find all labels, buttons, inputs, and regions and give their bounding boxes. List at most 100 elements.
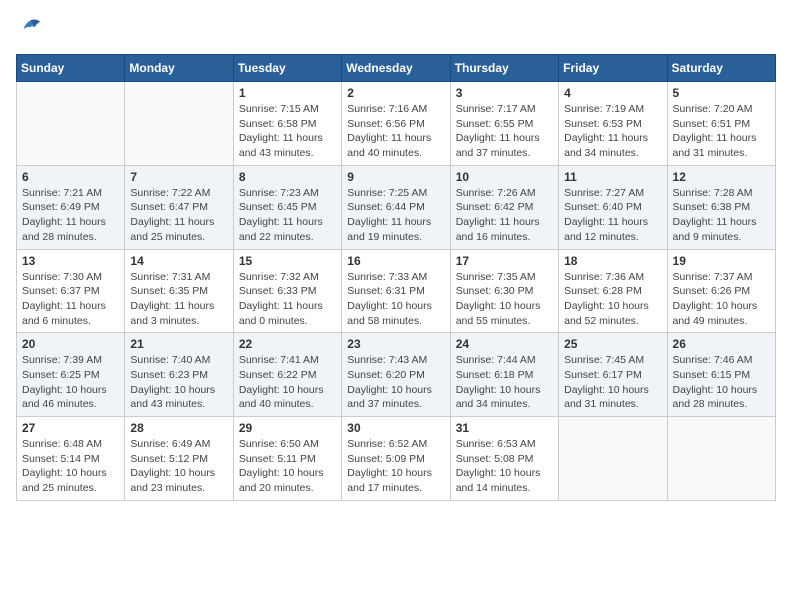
calendar-cell: 28 Sunrise: 6:49 AMSunset: 5:12 PMDayligh… — [125, 417, 233, 501]
day-number: 30 — [347, 421, 444, 435]
calendar-cell: 15 Sunrise: 7:32 AMSunset: 6:33 PMDayligh… — [233, 249, 341, 333]
day-number: 1 — [239, 86, 336, 100]
logo — [16, 16, 48, 44]
calendar-cell: 8Sunrise: 7:23 AMSunset: 6:45 PMDaylight… — [233, 165, 341, 249]
calendar-cell: 22 Sunrise: 7:41 AMSunset: 6:22 PMDayligh… — [233, 333, 341, 417]
day-number: 3 — [456, 86, 553, 100]
calendar-cell: 7 Sunrise: 7:22 AMSunset: 6:47 PMDaylight… — [125, 165, 233, 249]
logo-bird-icon — [16, 16, 44, 44]
calendar-cell — [559, 417, 667, 501]
day-info: Sunrise: 7:23 AMSunset: 6:45 PMDaylight:… — [239, 186, 336, 245]
day-number: 6 — [22, 170, 119, 184]
calendar-cell: 26Sunrise: 7:46 AMSunset: 6:15 PMDayligh… — [667, 333, 775, 417]
day-number: 18 — [564, 254, 661, 268]
calendar-cell: 11Sunrise: 7:27 AMSunset: 6:40 PMDayligh… — [559, 165, 667, 249]
calendar-cell: 25 Sunrise: 7:45 AMSunset: 6:17 PMDayligh… — [559, 333, 667, 417]
calendar-cell: 20 Sunrise: 7:39 AMSunset: 6:25 PMDayligh… — [17, 333, 125, 417]
day-number: 31 — [456, 421, 553, 435]
day-number: 22 — [239, 337, 336, 351]
day-info: Sunrise: 7:43 AMSunset: 6:20 PMDaylight:… — [347, 353, 444, 412]
calendar-cell: 21 Sunrise: 7:40 AMSunset: 6:23 PMDayligh… — [125, 333, 233, 417]
calendar-cell — [17, 82, 125, 166]
day-info: Sunrise: 7:40 AMSunset: 6:23 PMDaylight:… — [130, 353, 227, 412]
day-info: Sunrise: 7:26 AMSunset: 6:42 PMDaylight:… — [456, 186, 553, 245]
day-info: Sunrise: 7:33 AMSunset: 6:31 PMDaylight:… — [347, 270, 444, 329]
day-number: 27 — [22, 421, 119, 435]
day-number: 14 — [130, 254, 227, 268]
weekday-header-thursday: Thursday — [450, 55, 558, 82]
calendar-body: 1Sunrise: 7:15 AMSunset: 6:58 PMDaylight… — [17, 82, 776, 501]
calendar-cell: 5Sunrise: 7:20 AMSunset: 6:51 PMDaylight… — [667, 82, 775, 166]
day-info: Sunrise: 6:52 AMSunset: 5:09 PMDaylight:… — [347, 437, 444, 496]
day-info: Sunrise: 7:36 AMSunset: 6:28 PMDaylight:… — [564, 270, 661, 329]
day-number: 4 — [564, 86, 661, 100]
calendar-cell: 3 Sunrise: 7:17 AMSunset: 6:55 PMDaylight… — [450, 82, 558, 166]
calendar-cell: 30 Sunrise: 6:52 AMSunset: 5:09 PMDayligh… — [342, 417, 450, 501]
calendar-cell: 2Sunrise: 7:16 AMSunset: 6:56 PMDaylight… — [342, 82, 450, 166]
day-number: 15 — [239, 254, 336, 268]
day-info: Sunrise: 6:53 AMSunset: 5:08 PMDaylight:… — [456, 437, 553, 496]
day-number: 12 — [673, 170, 770, 184]
day-info: Sunrise: 7:39 AMSunset: 6:25 PMDaylight:… — [22, 353, 119, 412]
weekday-header-sunday: Sunday — [17, 55, 125, 82]
weekday-header-saturday: Saturday — [667, 55, 775, 82]
day-info: Sunrise: 7:27 AMSunset: 6:40 PMDaylight:… — [564, 186, 661, 245]
day-info: Sunrise: 6:49 AMSunset: 5:12 PMDaylight:… — [130, 437, 227, 496]
day-number: 5 — [673, 86, 770, 100]
day-number: 7 — [130, 170, 227, 184]
day-number: 21 — [130, 337, 227, 351]
calendar-cell: 23Sunrise: 7:43 AMSunset: 6:20 PMDayligh… — [342, 333, 450, 417]
day-number: 19 — [673, 254, 770, 268]
day-info: Sunrise: 7:32 AMSunset: 6:33 PMDaylight:… — [239, 270, 336, 329]
calendar-week-4: 20 Sunrise: 7:39 AMSunset: 6:25 PMDayligh… — [17, 333, 776, 417]
day-number: 26 — [673, 337, 770, 351]
calendar-cell: 18 Sunrise: 7:36 AMSunset: 6:28 PMDayligh… — [559, 249, 667, 333]
weekday-header-wednesday: Wednesday — [342, 55, 450, 82]
calendar-cell: 14 Sunrise: 7:31 AMSunset: 6:35 PMDayligh… — [125, 249, 233, 333]
day-number: 20 — [22, 337, 119, 351]
day-number: 25 — [564, 337, 661, 351]
calendar-cell: 9Sunrise: 7:25 AMSunset: 6:44 PMDaylight… — [342, 165, 450, 249]
weekday-header-row: SundayMondayTuesdayWednesdayThursdayFrid… — [17, 55, 776, 82]
weekday-header-monday: Monday — [125, 55, 233, 82]
day-info: Sunrise: 7:19 AMSunset: 6:53 PMDaylight:… — [564, 102, 661, 161]
day-number: 24 — [456, 337, 553, 351]
day-info: Sunrise: 6:48 AMSunset: 5:14 PMDaylight:… — [22, 437, 119, 496]
calendar-cell: 1Sunrise: 7:15 AMSunset: 6:58 PMDaylight… — [233, 82, 341, 166]
day-number: 13 — [22, 254, 119, 268]
day-number: 17 — [456, 254, 553, 268]
calendar-cell: 13 Sunrise: 7:30 AMSunset: 6:37 PMDayligh… — [17, 249, 125, 333]
calendar-cell: 16 Sunrise: 7:33 AMSunset: 6:31 PMDayligh… — [342, 249, 450, 333]
calendar-cell: 12 Sunrise: 7:28 AMSunset: 6:38 PMDayligh… — [667, 165, 775, 249]
day-info: Sunrise: 7:21 AMSunset: 6:49 PMDaylight:… — [22, 186, 119, 245]
weekday-header-friday: Friday — [559, 55, 667, 82]
day-info: Sunrise: 7:25 AMSunset: 6:44 PMDaylight:… — [347, 186, 444, 245]
calendar-week-3: 13 Sunrise: 7:30 AMSunset: 6:37 PMDayligh… — [17, 249, 776, 333]
calendar-week-2: 6 Sunrise: 7:21 AMSunset: 6:49 PMDaylight… — [17, 165, 776, 249]
calendar-week-5: 27 Sunrise: 6:48 AMSunset: 5:14 PMDayligh… — [17, 417, 776, 501]
day-info: Sunrise: 7:16 AMSunset: 6:56 PMDaylight:… — [347, 102, 444, 161]
day-info: Sunrise: 7:41 AMSunset: 6:22 PMDaylight:… — [239, 353, 336, 412]
calendar-table: SundayMondayTuesdayWednesdayThursdayFrid… — [16, 54, 776, 501]
day-info: Sunrise: 6:50 AMSunset: 5:11 PMDaylight:… — [239, 437, 336, 496]
calendar-cell: 31 Sunrise: 6:53 AMSunset: 5:08 PMDayligh… — [450, 417, 558, 501]
day-info: Sunrise: 7:28 AMSunset: 6:38 PMDaylight:… — [673, 186, 770, 245]
calendar-cell: 19 Sunrise: 7:37 AMSunset: 6:26 PMDayligh… — [667, 249, 775, 333]
weekday-header-tuesday: Tuesday — [233, 55, 341, 82]
day-info: Sunrise: 7:17 AMSunset: 6:55 PMDaylight:… — [456, 102, 553, 161]
day-number: 16 — [347, 254, 444, 268]
calendar-cell: 4 Sunrise: 7:19 AMSunset: 6:53 PMDaylight… — [559, 82, 667, 166]
calendar-cell: 17 Sunrise: 7:35 AMSunset: 6:30 PMDayligh… — [450, 249, 558, 333]
calendar-cell — [125, 82, 233, 166]
day-info: Sunrise: 7:31 AMSunset: 6:35 PMDaylight:… — [130, 270, 227, 329]
day-info: Sunrise: 7:35 AMSunset: 6:30 PMDaylight:… — [456, 270, 553, 329]
day-number: 28 — [130, 421, 227, 435]
calendar-week-1: 1Sunrise: 7:15 AMSunset: 6:58 PMDaylight… — [17, 82, 776, 166]
day-info: Sunrise: 7:44 AMSunset: 6:18 PMDaylight:… — [456, 353, 553, 412]
day-info: Sunrise: 7:37 AMSunset: 6:26 PMDaylight:… — [673, 270, 770, 329]
calendar-cell: 24 Sunrise: 7:44 AMSunset: 6:18 PMDayligh… — [450, 333, 558, 417]
day-info: Sunrise: 7:30 AMSunset: 6:37 PMDaylight:… — [22, 270, 119, 329]
calendar-header: SundayMondayTuesdayWednesdayThursdayFrid… — [17, 55, 776, 82]
day-info: Sunrise: 7:22 AMSunset: 6:47 PMDaylight:… — [130, 186, 227, 245]
day-info: Sunrise: 7:45 AMSunset: 6:17 PMDaylight:… — [564, 353, 661, 412]
